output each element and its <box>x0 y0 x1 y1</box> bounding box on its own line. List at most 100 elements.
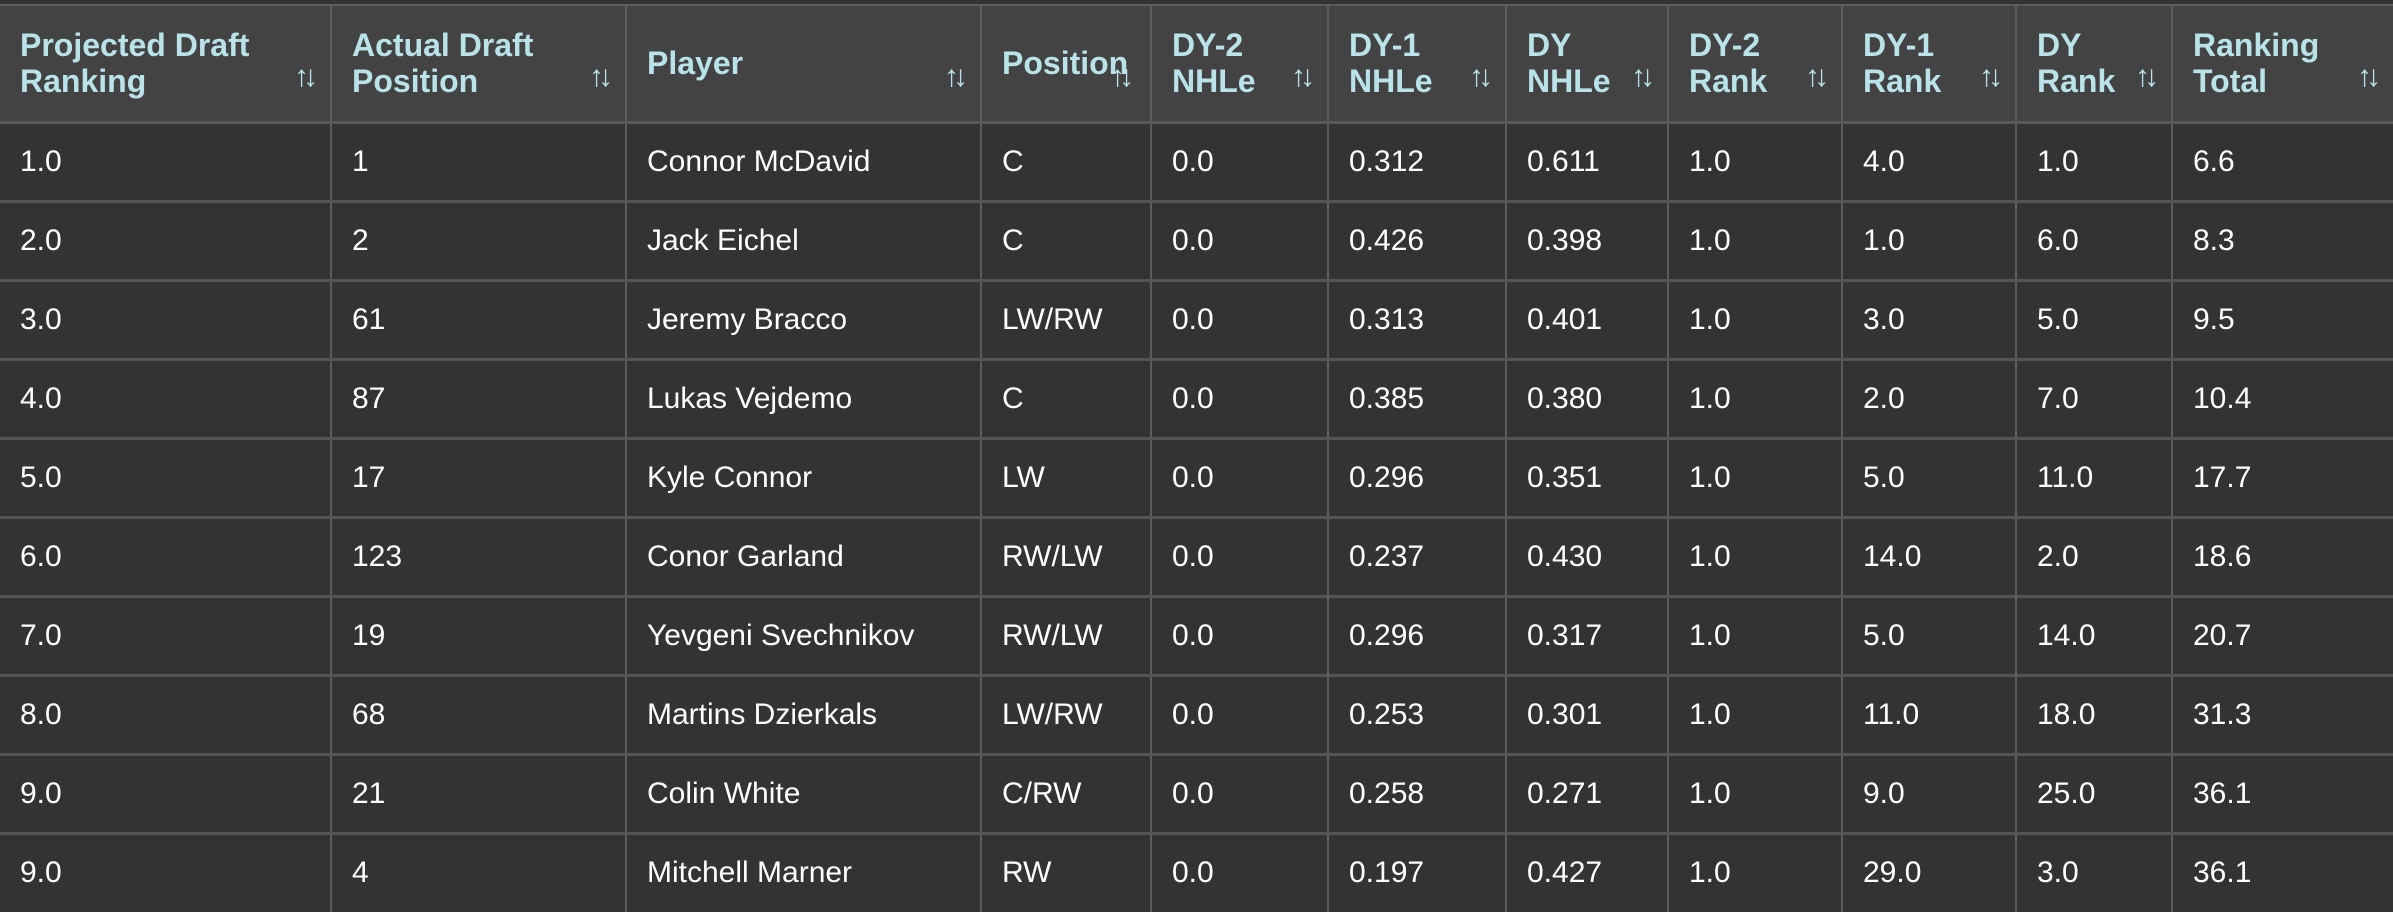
cell-dy-rank: 25.0 <box>2015 754 2172 835</box>
header-label-line2: Total <box>2193 63 2268 100</box>
cell-position: C <box>980 359 1151 440</box>
cell-ranking-total: 8.3 <box>2171 201 2393 282</box>
sort-icon[interactable]: ↑↓ <box>944 59 968 95</box>
header-label-line2: Rank <box>1863 63 1942 100</box>
column-header-player[interactable]: Player ↑↓ <box>625 6 981 124</box>
cell-position: LW/RW <box>980 280 1151 361</box>
sort-icon[interactable]: ↑↓ <box>589 59 613 95</box>
cell-dy2-rank: 1.0 <box>1667 517 1842 598</box>
column-header-dy2-rank[interactable]: DY-2 Rank ↑↓ <box>1667 6 1842 124</box>
cell-actual-draft-position: 68 <box>330 675 626 756</box>
column-header-label: Actual Draft Position <box>352 27 605 99</box>
sort-icon[interactable]: ↑↓ <box>1979 59 2003 95</box>
cell-dy2-rank: 1.0 <box>1667 833 1842 912</box>
cell-dy2-nhle: 0.0 <box>1150 833 1328 912</box>
column-header-label: DY-2 Rank <box>1689 27 1821 99</box>
cell-dy1-nhle: 0.197 <box>1327 833 1506 912</box>
cell-dy-rank: 14.0 <box>2015 596 2172 677</box>
column-header-ranking-total[interactable]: Ranking Total ↑↓ <box>2171 6 2393 124</box>
cell-position: LW/RW <box>980 675 1151 756</box>
cell-projected-draft-ranking: 4.0 <box>0 359 331 440</box>
cell-dy-rank: 2.0 <box>2015 517 2172 598</box>
column-header-actual-draft-position[interactable]: Actual Draft Position ↑↓ <box>330 6 626 124</box>
cell-player: Conor Garland <box>625 517 981 598</box>
header-label-line1: DY <box>2037 27 2082 64</box>
cell-actual-draft-position: 19 <box>330 596 626 677</box>
cell-dy-nhle: 0.380 <box>1505 359 1668 440</box>
cell-position: RW/LW <box>980 517 1151 598</box>
column-header-dy1-nhle[interactable]: DY-1 NHLe ↑↓ <box>1327 6 1506 124</box>
cell-dy2-nhle: 0.0 <box>1150 754 1328 835</box>
header-label-line1: DY-2 <box>1172 27 1244 64</box>
cell-player: Lukas Vejdemo <box>625 359 981 440</box>
cell-dy1-rank: 5.0 <box>1841 438 2016 519</box>
cell-dy2-rank: 1.0 <box>1667 675 1842 756</box>
cell-dy-nhle: 0.398 <box>1505 201 1668 282</box>
cell-dy1-nhle: 0.312 <box>1327 122 1506 203</box>
column-header-label: DY-2 NHLe <box>1172 27 1307 99</box>
cell-dy-nhle: 0.271 <box>1505 754 1668 835</box>
cell-dy-rank: 7.0 <box>2015 359 2172 440</box>
cell-player: Jack Eichel <box>625 201 981 282</box>
cell-dy2-rank: 1.0 <box>1667 438 1842 519</box>
cell-dy1-rank: 4.0 <box>1841 122 2016 203</box>
column-header-position[interactable]: Position ↑↓ <box>980 6 1151 124</box>
cell-ranking-total: 18.6 <box>2171 517 2393 598</box>
table-row: 3.0 61 Jeremy Bracco LW/RW 0.0 0.313 0.401 1.0 3… <box>0 280 2393 361</box>
cell-player: Connor McDavid <box>625 122 981 203</box>
cell-dy1-nhle: 0.296 <box>1327 438 1506 519</box>
cell-dy2-rank: 1.0 <box>1667 201 1842 282</box>
sort-icon[interactable]: ↑↓ <box>1469 59 1493 95</box>
cell-dy-rank: 3.0 <box>2015 833 2172 912</box>
header-label-line1: Projected Draft <box>20 27 250 64</box>
column-header-dy-rank[interactable]: DY Rank ↑↓ <box>2015 6 2172 124</box>
column-header-dy2-nhle[interactable]: DY-2 NHLe ↑↓ <box>1150 6 1328 124</box>
sort-icon[interactable]: ↑↓ <box>1631 59 1655 95</box>
cell-actual-draft-position: 61 <box>330 280 626 361</box>
sort-icon[interactable]: ↑↓ <box>1291 59 1315 95</box>
sort-icon[interactable]: ↑↓ <box>1110 59 1134 95</box>
cell-dy1-nhle: 0.237 <box>1327 517 1506 598</box>
cell-dy-rank: 5.0 <box>2015 280 2172 361</box>
cell-dy-rank: 18.0 <box>2015 675 2172 756</box>
cell-dy2-rank: 1.0 <box>1667 754 1842 835</box>
cell-actual-draft-position: 87 <box>330 359 626 440</box>
cell-projected-draft-ranking: 2.0 <box>0 201 331 282</box>
column-header-label: DY-1 NHLe <box>1349 27 1485 99</box>
cell-dy2-nhle: 0.0 <box>1150 122 1328 203</box>
cell-dy1-rank: 2.0 <box>1841 359 2016 440</box>
column-header-label: DY-1 Rank <box>1863 27 1995 99</box>
cell-player: Mitchell Marner <box>625 833 981 912</box>
column-header-dy-nhle[interactable]: DY NHLe ↑↓ <box>1505 6 1668 124</box>
cell-dy-rank: 6.0 <box>2015 201 2172 282</box>
sort-icon[interactable]: ↑↓ <box>294 59 318 95</box>
cell-player: Jeremy Bracco <box>625 280 981 361</box>
sort-icon[interactable]: ↑↓ <box>2357 59 2381 95</box>
cell-dy1-rank: 5.0 <box>1841 596 2016 677</box>
table-row: 1.0 1 Connor McDavid C 0.0 0.312 0.611 1.0 4.0 1.… <box>0 122 2393 203</box>
table-row: 9.0 21 Colin White C/RW 0.0 0.258 0.271 1.0 9.0 2… <box>0 754 2393 835</box>
cell-dy1-rank: 9.0 <box>1841 754 2016 835</box>
cell-projected-draft-ranking: 1.0 <box>0 122 331 203</box>
cell-actual-draft-position: 2 <box>330 201 626 282</box>
header-label-line1: Ranking <box>2193 27 2320 64</box>
column-header-label: Ranking Total <box>2193 27 2373 99</box>
sort-icon[interactable]: ↑↓ <box>2135 59 2159 95</box>
cell-player: Kyle Connor <box>625 438 981 519</box>
cell-dy-rank: 11.0 <box>2015 438 2172 519</box>
cell-dy2-rank: 1.0 <box>1667 280 1842 361</box>
cell-projected-draft-ranking: 6.0 <box>0 517 331 598</box>
column-header-projected-draft-ranking[interactable]: Projected Draft Ranking ↑↓ <box>0 6 331 124</box>
sort-icon[interactable]: ↑↓ <box>1805 59 1829 95</box>
cell-dy1-nhle: 0.253 <box>1327 675 1506 756</box>
cell-dy2-nhle: 0.0 <box>1150 517 1328 598</box>
cell-dy1-rank: 14.0 <box>1841 517 2016 598</box>
header-label-line1: Actual Draft <box>352 27 534 64</box>
column-header-label: Projected Draft Ranking <box>20 27 310 99</box>
cell-ranking-total: 17.7 <box>2171 438 2393 519</box>
cell-dy2-rank: 1.0 <box>1667 359 1842 440</box>
cell-dy1-rank: 3.0 <box>1841 280 2016 361</box>
cell-projected-draft-ranking: 5.0 <box>0 438 331 519</box>
column-header-dy1-rank[interactable]: DY-1 Rank ↑↓ <box>1841 6 2016 124</box>
header-label-line2: NHLe <box>1172 63 1256 100</box>
